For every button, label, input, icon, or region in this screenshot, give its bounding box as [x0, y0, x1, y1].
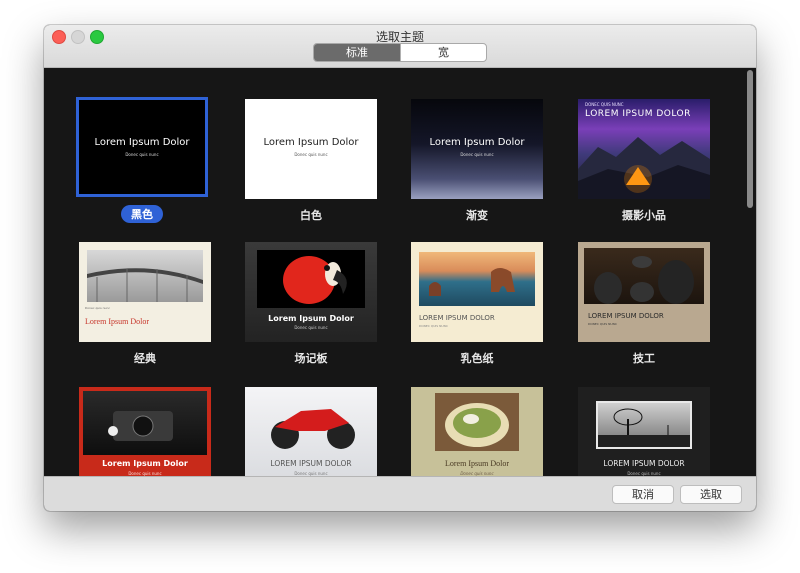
sample-title: LOREM IPSUM DOLOR [603, 459, 685, 468]
camera-icon [108, 411, 173, 441]
cancel-button[interactable]: 取消 [612, 485, 674, 504]
sample-title: LOREM IPSUM DOLOR [588, 312, 664, 320]
coast-photo [419, 252, 535, 306]
theme-label-slate[interactable]: 场记板 [245, 350, 377, 366]
sample-title: LOREM IPSUM DOLOR [419, 314, 495, 322]
parrot-icon [283, 256, 347, 304]
sample-title: LOREM IPSUM DOLOR [270, 459, 352, 468]
sample-subtitle: Donec quis nunc [294, 325, 328, 330]
theme-label-white[interactable]: 白色 [245, 207, 377, 223]
theme-chooser-window: 选取主题 标准 宽 Lorem Ipsum Dolor Donec quis n… [44, 25, 756, 511]
arch-rock-icon [429, 268, 515, 296]
title-bar: 选取主题 标准 宽 [44, 25, 756, 68]
salad-photo [435, 393, 519, 451]
theme-label-parchment[interactable]: 乳色纸 [411, 350, 543, 366]
theme-thumbnail-craft[interactable]: LOREM IPSUM DOLOR DONEC QUIS NUNC [578, 242, 710, 342]
pottery-icon [594, 256, 694, 304]
theme-thumbnail-black[interactable]: Lorem Ipsum Dolor Donec quis nunc [76, 97, 208, 197]
theme-label-gradient[interactable]: 渐变 [411, 207, 543, 223]
theme-label-photo-essay[interactable]: 摄影小品 [578, 207, 710, 223]
sample-title: Lorem Ipsum Dolor [445, 459, 509, 468]
theme-label-classic[interactable]: 经典 [79, 350, 211, 366]
tree-icon [598, 408, 690, 447]
theme-thumbnail-row3-b[interactable]: LOREM IPSUM DOLOR Donec quis nunc [245, 387, 377, 476]
sample-subtitle: DONEC QUIS NUNC [419, 324, 448, 328]
theme-thumbnail-slate[interactable]: Lorem Ipsum Dolor Donec quis nunc [245, 242, 377, 342]
sample-subtitle: Donec quis nunc [125, 152, 159, 157]
sample-subtitle: DONEC QUIS NUNC [585, 102, 624, 107]
theme-thumbnail-row3-a[interactable]: Lorem Ipsum Dolor Donec quis nunc [79, 387, 211, 476]
sample-subtitle: Donec quis nunc [294, 152, 328, 157]
sample-subtitle: DONEC QUIS NUNC [588, 322, 617, 326]
vertical-scrollbar[interactable] [746, 68, 754, 476]
camera-photo [83, 391, 207, 455]
salad-bowl-icon [445, 403, 509, 447]
motorcycle-photo [271, 409, 355, 449]
theme-grid: Lorem Ipsum Dolor Donec quis nunc 黑色 Lor… [44, 68, 744, 476]
parrot-photo [257, 250, 365, 308]
tab-wide[interactable]: 宽 [400, 44, 486, 61]
footer-bar: 取消 选取 [44, 476, 756, 511]
theme-thumbnail-gradient[interactable]: Lorem Ipsum Dolor Donec quis nunc [411, 99, 543, 199]
theme-thumbnail-parchment[interactable]: LOREM IPSUM DOLOR DONEC QUIS NUNC [411, 242, 543, 342]
theme-thumbnail-photo-essay[interactable]: DONEC QUIS NUNC LOREM IPSUM DOLOR [578, 99, 710, 199]
tree-photo [596, 401, 692, 449]
theme-thumbnail-white[interactable]: Lorem Ipsum Dolor Donec quis nunc [245, 99, 377, 199]
tab-standard[interactable]: 标准 [314, 44, 400, 61]
theme-thumbnail-row3-c[interactable]: Lorem Ipsum Dolor Donec quis nunc [411, 387, 543, 476]
bridge-photo [87, 250, 203, 302]
sample-title: Lorem Ipsum Dolor [102, 459, 188, 468]
sample-title: Lorem Ipsum Dolor [263, 137, 359, 148]
sample-title: LOREM IPSUM DOLOR [585, 109, 691, 119]
sample-title: Lorem Ipsum Dolor [268, 314, 354, 323]
theme-label-black[interactable]: 黑色 [76, 205, 208, 223]
sample-subtitle: Donec quis nunc [85, 306, 111, 310]
slide-size-segmented-control: 标准 宽 [313, 43, 487, 62]
pottery-photo [584, 248, 704, 304]
bridge-icon [87, 268, 203, 302]
theme-label-craft[interactable]: 技工 [578, 350, 710, 366]
theme-thumbnail-classic[interactable]: Lorem Ipsum Dolor Donec quis nunc [79, 242, 211, 342]
choose-button[interactable]: 选取 [680, 485, 742, 504]
scrollbar-thumb[interactable] [747, 70, 753, 208]
theme-thumbnail-row3-d[interactable]: LOREM IPSUM DOLOR Donec quis nunc [578, 387, 710, 476]
sample-subtitle: Donec quis nunc [460, 152, 494, 157]
sample-title: Lorem Ipsum Dolor [94, 137, 190, 148]
sample-title: Lorem Ipsum Dolor [429, 137, 525, 148]
sample-title: Lorem Ipsum Dolor [85, 317, 149, 326]
